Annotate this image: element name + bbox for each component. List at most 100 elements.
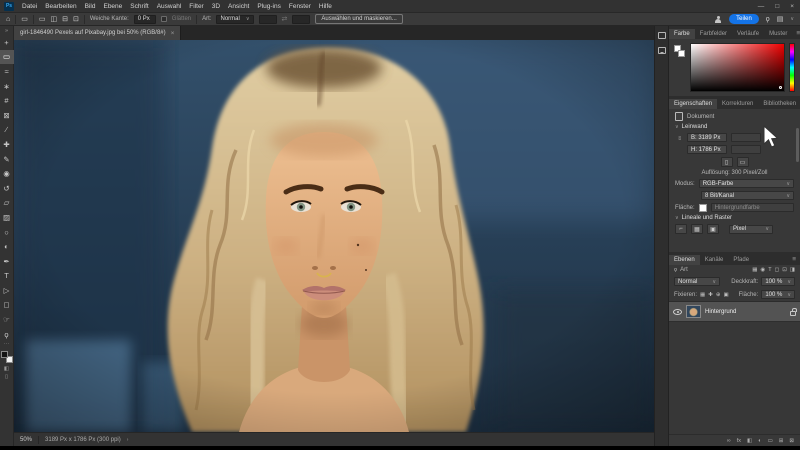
- blur-tool[interactable]: ○: [0, 225, 14, 240]
- shape-tool[interactable]: ◻: [0, 298, 14, 313]
- opacity-input[interactable]: 100 % ∨: [761, 277, 795, 286]
- account-avatar-icon[interactable]: [714, 15, 722, 23]
- foreground-color-swatch[interactable]: [1, 351, 8, 358]
- blend-mode-select[interactable]: Normal ∨: [674, 277, 720, 286]
- selection-mode-intersect-icon[interactable]: ⊡: [73, 15, 79, 23]
- lock-all-icon[interactable]: ▣: [723, 292, 728, 298]
- clone-stamp-tool[interactable]: ◉: [0, 166, 14, 181]
- tab-muster[interactable]: Muster: [764, 29, 792, 40]
- menu-plugins[interactable]: Plug-ins: [257, 3, 280, 10]
- selection-mode-new-icon[interactable]: ▭: [39, 15, 46, 23]
- tab-bibliotheken[interactable]: Bibliotheken: [758, 99, 800, 110]
- antialias-checkbox[interactable]: [161, 16, 167, 22]
- quick-mask-icon[interactable]: ◧: [0, 365, 14, 373]
- chevron-down-icon[interactable]: ∨: [790, 16, 794, 22]
- maximize-button[interactable]: □: [775, 3, 779, 10]
- chevron-down-icon[interactable]: ∨: [675, 124, 679, 130]
- panel-menu-icon[interactable]: ≡: [792, 30, 800, 39]
- bit-depth-select[interactable]: 8 Bit/Kanal ∨: [701, 191, 794, 200]
- swap-dimensions-icon[interactable]: ⇄: [282, 15, 288, 23]
- height-input[interactable]: [292, 15, 310, 24]
- menu-fenster[interactable]: Fenster: [289, 3, 311, 10]
- quick-select-tool[interactable]: ∗: [0, 79, 14, 94]
- type-tool[interactable]: T: [0, 269, 14, 284]
- tab-ebenen[interactable]: Ebenen: [669, 255, 700, 266]
- tab-verlaeufe[interactable]: Verläufe: [732, 29, 764, 40]
- home-icon[interactable]: ⌂: [6, 16, 10, 23]
- gradient-tool[interactable]: ▨: [0, 210, 14, 225]
- menu-filter[interactable]: Filter: [189, 3, 203, 10]
- path-select-tool[interactable]: ▷: [0, 283, 14, 298]
- eyedropper-tool[interactable]: ∕: [0, 123, 14, 138]
- chevron-down-icon[interactable]: ∨: [675, 215, 679, 221]
- lock-transparency-icon[interactable]: ▦: [700, 292, 705, 298]
- layer-search-icon[interactable]: ϙ: [674, 267, 677, 273]
- layer-visibility-eye-icon[interactable]: [673, 309, 682, 315]
- search-icon[interactable]: ϙ: [766, 16, 770, 23]
- fill-input[interactable]: 100 % ∨: [761, 290, 795, 299]
- minimize-button[interactable]: —: [758, 3, 765, 10]
- tab-korrekturen[interactable]: Korrekturen: [717, 99, 758, 110]
- filter-adjustment-layers-icon[interactable]: ◉: [760, 267, 765, 273]
- filter-smart-objects-icon[interactable]: ⊡: [782, 267, 787, 273]
- close-button[interactable]: ×: [790, 3, 794, 10]
- orientation-landscape-button[interactable]: ▭: [737, 157, 749, 167]
- layer-row-hintergrund[interactable]: Hintergrund: [669, 302, 800, 322]
- link-dimensions-icon[interactable]: ∞: [676, 134, 682, 142]
- new-layer-icon[interactable]: ⊞: [779, 438, 784, 444]
- color-swatches[interactable]: [1, 351, 13, 363]
- hue-slider[interactable]: [789, 43, 795, 92]
- menu-schrift[interactable]: Schrift: [130, 3, 148, 10]
- screen-mode-icon[interactable]: ▯: [0, 373, 14, 381]
- menu-bearbeiten[interactable]: Bearbeiten: [45, 3, 76, 10]
- brush-tool[interactable]: ✎: [0, 152, 14, 167]
- canvas-width-input[interactable]: B: 3189 Px: [687, 133, 727, 142]
- hand-tool[interactable]: ☞: [0, 312, 14, 327]
- layer-name[interactable]: Hintergrund: [705, 309, 736, 315]
- move-tool[interactable]: +: [0, 35, 14, 50]
- filter-shape-layers-icon[interactable]: ◻: [775, 267, 780, 273]
- lock-position-icon[interactable]: ⊕: [716, 292, 721, 298]
- pen-tool[interactable]: ✒: [0, 254, 14, 269]
- menu-ebene[interactable]: Ebene: [103, 3, 122, 10]
- menu-datei[interactable]: Datei: [22, 3, 37, 10]
- units-select[interactable]: Pixel ∨: [729, 225, 773, 234]
- menu-hilfe[interactable]: Hilfe: [319, 3, 332, 10]
- more-tools-icon[interactable]: ⋯: [0, 341, 14, 349]
- zoom-level[interactable]: 50%: [20, 437, 32, 443]
- workspace-switcher-icon[interactable]: ▤: [777, 15, 784, 23]
- scrollbar-thumb[interactable]: [796, 128, 799, 162]
- color-picker-field[interactable]: [690, 43, 785, 92]
- toolbar-collapse-icon[interactable]: »: [0, 27, 14, 35]
- menu-auswahl[interactable]: Auswahl: [157, 3, 182, 10]
- filter-toggle-icon[interactable]: ◨: [790, 267, 795, 273]
- healing-brush-tool[interactable]: ✚: [0, 137, 14, 152]
- tab-kanaele[interactable]: Kanäle: [700, 255, 729, 266]
- delete-layer-icon[interactable]: ⊠: [789, 438, 794, 444]
- canvas-y-input[interactable]: [731, 145, 761, 154]
- filter-pixel-layers-icon[interactable]: ▦: [752, 267, 757, 273]
- canvas-fill-swatch[interactable]: [699, 204, 707, 212]
- new-group-icon[interactable]: ▭: [768, 438, 773, 444]
- lasso-tool[interactable]: ≈: [0, 64, 14, 79]
- layer-effects-icon[interactable]: fx: [737, 438, 741, 444]
- tab-farbfelder[interactable]: Farbfelder: [695, 29, 732, 40]
- color-mode-select[interactable]: RGB-Farbe ∨: [699, 179, 794, 188]
- guides-toggle-button[interactable]: ▣: [707, 224, 719, 234]
- marquee-tool[interactable]: ▭: [0, 50, 14, 65]
- filter-type-layers-icon[interactable]: T: [768, 267, 771, 273]
- canvas[interactable]: [14, 40, 654, 432]
- tab-farbe[interactable]: Farbe: [669, 29, 695, 40]
- canvas-height-input[interactable]: H: 1786 Px: [687, 145, 727, 154]
- style-select[interactable]: Normal∨: [216, 15, 253, 24]
- color-panel-swatches[interactable]: [674, 43, 686, 92]
- color-picker-handle[interactable]: [779, 86, 782, 89]
- menu-3d[interactable]: 3D: [212, 3, 220, 10]
- dodge-tool[interactable]: ◐: [0, 239, 14, 254]
- canvas-fill-select[interactable]: Hintergrundfarbe: [711, 203, 794, 212]
- canvas-x-input[interactable]: [731, 133, 761, 142]
- crop-tool[interactable]: #: [0, 93, 14, 108]
- eraser-tool[interactable]: ▱: [0, 196, 14, 211]
- menu-bild[interactable]: Bild: [85, 3, 96, 10]
- tab-eigenschaften[interactable]: Eigenschaften: [669, 99, 717, 110]
